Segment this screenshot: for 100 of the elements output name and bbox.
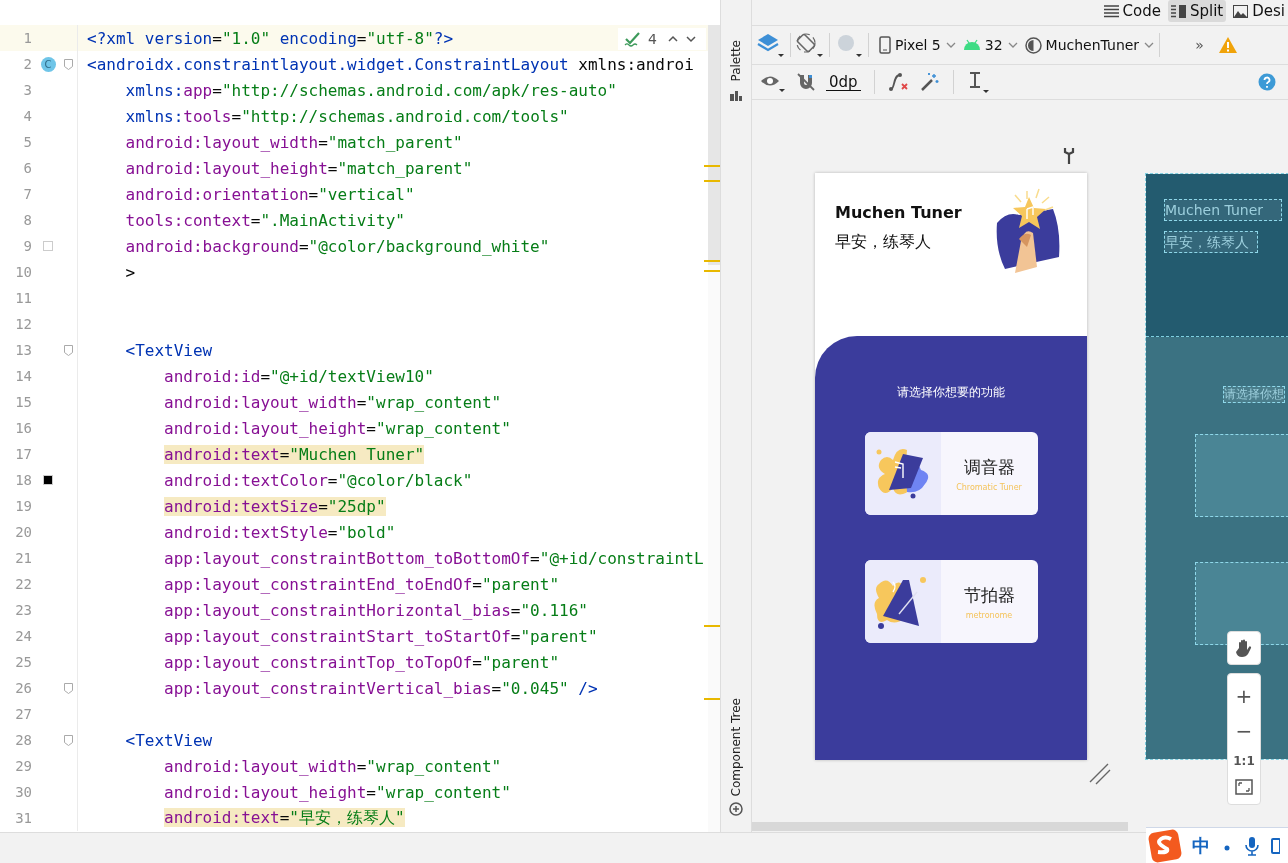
view-mode-tab[interactable]: Desi [1230,0,1288,22]
code-line: xmlns:app="http://schemas.android.com/apk/res-auto" [124,80,617,100]
microphone-icon[interactable] [1244,836,1260,856]
line-number: 3 [22,82,32,98]
line-number: 11 [14,290,32,306]
line-number: 17 [14,446,32,462]
code-line: <TextView [124,340,213,360]
view-mode-tab[interactable]: Split [1167,0,1227,22]
fold-marker-icon[interactable] [64,58,73,70]
theme-dropdown[interactable]: MuchenTuner [1024,36,1155,54]
line-number: 29 [14,758,32,774]
code-line: android:id="@+id/textView10" [163,366,434,386]
lines-icon [1103,4,1119,18]
line-number: 1 [22,30,32,46]
help-icon[interactable] [1258,73,1276,91]
line-number: 6 [22,160,32,176]
default-margin-control[interactable]: 0dp [826,73,861,91]
caret-icon [1144,42,1155,48]
line-number: 13 [14,342,32,358]
input-mode-toggle[interactable]: 中 [1192,834,1210,858]
split-view-icon [1170,4,1186,18]
line-number: 27 [14,706,32,722]
orientation-dropdown[interactable] [796,32,824,58]
device-dropdown[interactable]: Pixel 5 [879,36,956,54]
line-number: 22 [14,576,32,592]
chevron-down-icon[interactable] [684,33,697,45]
feature-card[interactable]: 节拍器 metronome [864,560,1038,643]
blueprint-title: Muchen Tuner [1164,199,1282,221]
magnet-off-icon[interactable] [796,72,816,92]
line-number: 24 [14,628,32,644]
code-line: <androidx.constraintlayout.widget.ConstraintLayout xmlns:androi [86,54,694,74]
check-icon [624,31,642,47]
code-line: xmlns:tools="http://schemas.android.com/tools" [124,106,569,126]
line-number: 19 [14,498,32,514]
fold-marker-icon[interactable] [64,734,73,746]
component-tree-icon[interactable] [729,802,743,816]
line-number: 14 [14,368,32,384]
phone-icon [879,36,891,54]
hand-icon [1236,639,1252,657]
line-number: 23 [14,602,32,618]
line-number: 20 [14,524,32,540]
theme-icon [1024,36,1042,54]
card-subtitle: Chromatic Tuner [956,482,1022,492]
layers-dropdown[interactable] [757,32,785,58]
view-mode-tab[interactable]: Code [1100,0,1164,22]
image-icon [1233,4,1249,18]
blueprint-greeting: 早安，练琴人 [1164,231,1258,253]
fold-marker-icon[interactable] [64,344,73,356]
api-level-dropdown[interactable]: 32 [962,37,1018,53]
palette-tab[interactable]: Palette [729,40,743,82]
card-subtitle: metronome [965,610,1013,620]
line-number: 9 [22,238,32,254]
code-line: android:layout_height="wrap_content" [163,418,511,438]
warning-icon[interactable] [1217,36,1238,54]
problem-count: 4 [648,31,657,47]
code-line: app:layout_constraintVertical_bias="0.045" /> [163,678,598,698]
code-line: <TextView [124,730,213,750]
color-swatch-icon[interactable] [43,475,53,485]
line-number: 25 [14,654,32,670]
fold-marker-icon[interactable] [64,682,73,694]
inspection-widget[interactable]: 4 [618,28,706,50]
line-number: 26 [14,680,32,696]
more-button[interactable]: » [1195,37,1204,53]
blueprint-prompt: 请选择你想 [1223,386,1285,403]
code-line: <?xml version="1.0" encoding="utf-8"?> [86,28,454,48]
card-title: 节拍器 [963,583,1015,607]
actual-size-button[interactable]: 1:1 [1233,753,1255,768]
component-tree-tab[interactable]: Component Tree [729,697,743,796]
code-line: app:layout_constraintStart_toStartOf="parent" [163,626,598,646]
code-line: android:layout_height="match_parent" [124,158,473,178]
app-title: Muchen Tuner [835,203,962,222]
android-icon [962,39,981,51]
color-swatch-icon[interactable] [43,241,53,251]
line-number: 2 [22,56,32,72]
fit-screen-icon[interactable] [1235,778,1253,795]
line-number: 10 [14,264,32,280]
code-line: android:textColor="@color/black" [163,470,473,490]
zoom-out-button[interactable]: − [1235,718,1253,743]
caret-icon [945,42,956,48]
resize-handle-icon[interactable] [1088,762,1112,786]
line-number: 21 [14,550,32,566]
code-line: android:layout_width="wrap_content" [163,756,502,776]
code-line: app:layout_constraintBottom_toBottomOf="@+id/constraintL [163,548,704,568]
clear-constraints-icon[interactable] [887,72,910,92]
code-line: app:layout_constraintTop_toTopOf="parent" [163,652,559,672]
input-method-logo-icon[interactable] [1148,829,1182,863]
wrench-icon[interactable] [1063,147,1075,165]
zoom-in-button[interactable]: + [1235,683,1253,708]
caret-icon [1007,42,1018,48]
code-line: android:background="@color/background_white" [124,236,550,256]
feature-card[interactable]: 调音器 Chromatic Tuner [864,432,1038,515]
code-line: > [124,262,136,282]
magic-wand-icon[interactable] [919,72,940,92]
pan-button[interactable] [1227,631,1261,665]
card-title: 调音器 [963,455,1015,479]
horizontal-scrollbar[interactable] [752,822,1128,831]
line-number: 31 [14,810,32,826]
line-number: 15 [14,394,32,410]
code-line: android:layout_width="wrap_content" [163,392,502,412]
code-line: app:layout_constraintHorizontal_bias="0.116" [163,600,588,620]
